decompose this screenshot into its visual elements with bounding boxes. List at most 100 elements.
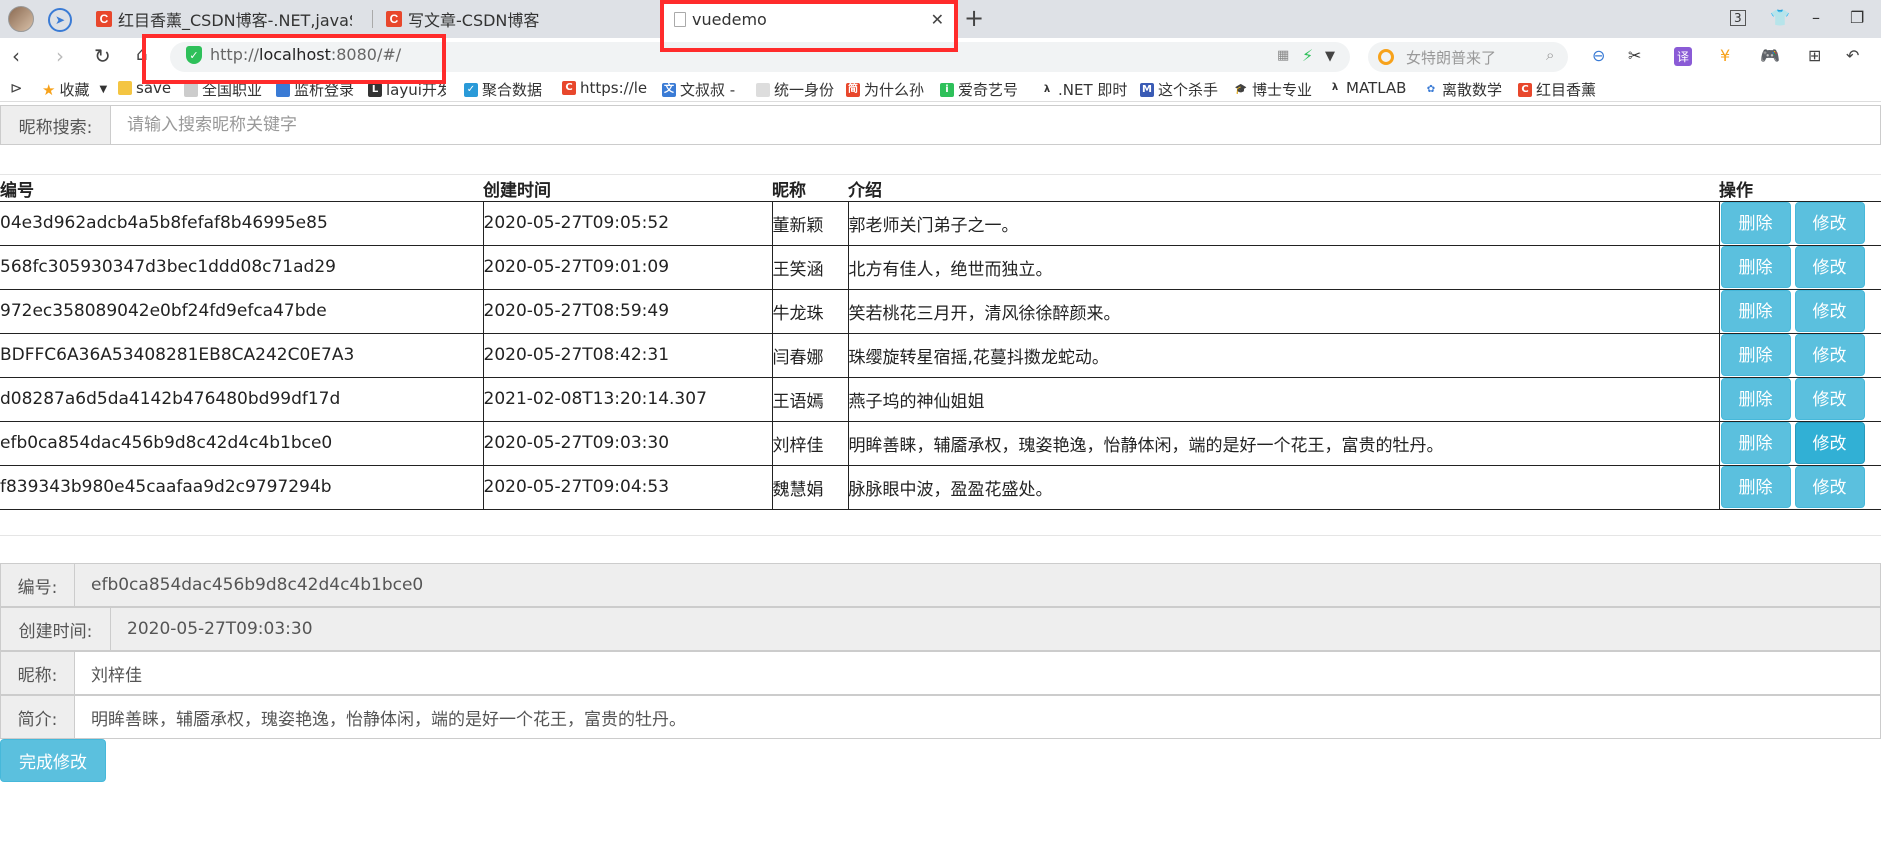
restore-icon[interactable]: ❐: [1850, 8, 1864, 27]
bookmark-item[interactable]: 🎓 博士专业: [1234, 79, 1318, 100]
edit-button[interactable]: 修改: [1794, 466, 1865, 508]
layui-icon: L: [368, 82, 382, 97]
tab-highlight-box: [660, 0, 958, 52]
intro-input[interactable]: 明眸善睐，辅靥承权，瑰姿艳逸，怡静体闲，端的是好一个花王，富贵的牡丹。: [75, 696, 1880, 738]
game-controller-icon[interactable]: 🎮: [1760, 46, 1780, 65]
minus-circle-icon[interactable]: ⊖: [1592, 46, 1605, 65]
nickname-input[interactable]: 刘梓佳: [75, 652, 1880, 694]
cell-nickname: 王笑涵: [771, 245, 848, 290]
cell-created: 2021-02-08T13:20:14.307: [482, 377, 772, 422]
navigation-icon[interactable]: ➤: [48, 8, 72, 32]
tab-count-badge[interactable]: 3: [1730, 10, 1746, 26]
cell-created: 2020-05-27T08:42:31: [482, 333, 772, 378]
reload-icon[interactable]: ↻: [94, 44, 111, 68]
delete-button[interactable]: 删除: [1720, 466, 1791, 508]
cell-intro: 燕子坞的神仙姐姐: [847, 377, 1719, 422]
scissors-icon[interactable]: ✂: [1628, 46, 1641, 65]
back-icon[interactable]: ‹: [12, 44, 20, 68]
table-row: 04e3d962adcb4a5b8fefaf8b46995e85 2020-05…: [0, 201, 1881, 246]
cell-operations: 删除 修改: [1718, 465, 1881, 510]
bookmark-item[interactable]: 简为什么孙: [846, 79, 926, 100]
edit-button[interactable]: 修改: [1794, 246, 1865, 288]
cell-operations: 删除 修改: [1718, 201, 1881, 246]
bookmark-item[interactable]: λ MATLAB: [1328, 79, 1416, 97]
cell-id: f839343b980e45caafaa9d2c9797294b: [0, 465, 483, 510]
sidebar-toggle-icon[interactable]: ⊳: [10, 79, 23, 97]
m-icon: M: [1140, 82, 1154, 97]
bookmark-item[interactable]: C 红目香薰: [1518, 79, 1600, 100]
user-avatar[interactable]: [8, 6, 34, 32]
table-header-row: 编号 创建时间 昵称 介绍 操作: [0, 175, 1881, 202]
minimize-icon[interactable]: –: [1812, 8, 1820, 27]
delete-button[interactable]: 删除: [1720, 246, 1791, 288]
browser-search-box[interactable]: 女特朗普来了: [1368, 42, 1568, 72]
star-icon: ★: [42, 80, 56, 99]
graduation-cap-icon: 🎓: [1234, 82, 1248, 97]
cell-nickname: 王语嫣: [771, 377, 848, 422]
cloud-icon: [276, 82, 290, 97]
bookmark-favorites[interactable]: ★ 收藏 ▼: [42, 79, 107, 100]
cell-operations: 删除 修改: [1718, 245, 1881, 290]
forward-icon[interactable]: ›: [56, 44, 64, 68]
tab-write-article[interactable]: C 写文章-CSDN博客: [376, 0, 642, 38]
delete-button[interactable]: 删除: [1720, 378, 1791, 420]
edit-button[interactable]: 修改: [1794, 290, 1865, 332]
qr-code-icon[interactable]: ▦: [1277, 48, 1289, 63]
cell-intro: 明眸善睐，辅靥承权，瑰姿艳逸，怡静体闲，端的是好一个花王，富贵的牡丹。: [847, 421, 1719, 466]
lambda-icon: λ: [1328, 81, 1342, 95]
bookmark-item[interactable]: ✓ 聚合数据: [464, 79, 544, 100]
apps-grid-icon[interactable]: ⊞: [1808, 46, 1821, 65]
table-row: f839343b980e45caafaa9d2c9797294b 2020-05…: [0, 465, 1881, 510]
bookmark-item[interactable]: i 爱奇艺号: [940, 79, 1024, 100]
translate-icon[interactable]: 译: [1674, 47, 1693, 66]
edit-button[interactable]: 修改: [1794, 378, 1865, 420]
csdn-favicon-icon: C: [1518, 82, 1532, 97]
cell-operations: 删除 修改: [1718, 333, 1881, 378]
lambda-icon: λ: [1040, 82, 1054, 97]
tab-csdn-blog[interactable]: C 红目香薰_CSDN博客-.NET,javaSE: [86, 0, 352, 38]
flower-icon: ✿: [1424, 82, 1438, 97]
finish-edit-button[interactable]: 完成修改: [0, 739, 106, 782]
url-highlight-box: [142, 34, 446, 84]
bookmark-item[interactable]: M 这个杀手: [1140, 79, 1222, 100]
cell-created: 2020-05-27T09:03:30: [482, 421, 772, 466]
user-table: 编号 创建时间 昵称 介绍 操作 04e3d962adcb4a5b8fefaf8…: [0, 175, 1881, 510]
delete-button[interactable]: 删除: [1720, 202, 1791, 244]
chevron-down-icon[interactable]: ▼: [1325, 49, 1335, 64]
edit-button[interactable]: 修改: [1794, 202, 1865, 244]
cell-created: 2020-05-27T08:59:49: [482, 289, 772, 334]
bookmark-item[interactable]: ✿ 离散数学: [1424, 79, 1508, 100]
lightning-icon[interactable]: ⚡: [1302, 46, 1313, 65]
shirt-skin-icon[interactable]: 👕: [1770, 8, 1790, 27]
cell-nickname: 闫春娜: [771, 333, 848, 378]
new-tab-icon[interactable]: +: [964, 4, 984, 32]
table-row: efb0ca854dac456b9d8c42d4c4b1bce0 2020-05…: [0, 421, 1881, 466]
cell-nickname: 刘梓佳: [771, 421, 848, 466]
divider: [0, 535, 1881, 536]
edit-button[interactable]: 修改: [1794, 422, 1865, 464]
nickname-search-input[interactable]: [111, 106, 1880, 144]
nickname-label: 昵称:: [1, 652, 75, 694]
book-icon: 文: [662, 82, 676, 97]
cell-id: d08287a6d5da4142b476480bd99df17d: [0, 377, 483, 422]
delete-button[interactable]: 删除: [1720, 422, 1791, 464]
bookmark-item[interactable]: λ .NET 即时: [1040, 79, 1128, 100]
delete-button[interactable]: 删除: [1720, 290, 1791, 332]
iqiyi-icon: i: [940, 82, 954, 97]
tab-separator: [372, 10, 373, 28]
bookmark-item[interactable]: 文文叔叔 -: [662, 79, 742, 100]
cell-intro: 笑若桃花三月开，清风徐徐醉颜来。: [847, 289, 1719, 334]
cell-created: 2020-05-27T09:04:53: [482, 465, 772, 510]
search-icon[interactable]: ⌕: [1546, 46, 1554, 64]
nickname-field-group: 昵称: 刘梓佳: [0, 651, 1881, 695]
coin-icon[interactable]: ¥: [1720, 46, 1730, 65]
created-field: 2020-05-27T09:03:30: [111, 608, 1880, 650]
delete-button[interactable]: 删除: [1720, 334, 1791, 376]
cell-id: 972ec358089042e0bf24fd9efca47bde: [0, 289, 483, 334]
created-label: 创建时间:: [1, 608, 111, 650]
edit-button[interactable]: 修改: [1794, 334, 1865, 376]
undo-icon[interactable]: ↶: [1846, 46, 1859, 65]
column-header-nickname: 昵称: [772, 175, 848, 202]
bookmark-item[interactable]: 统一身份: [756, 79, 836, 100]
bookmark-item[interactable]: Chttps://le: [562, 79, 650, 97]
